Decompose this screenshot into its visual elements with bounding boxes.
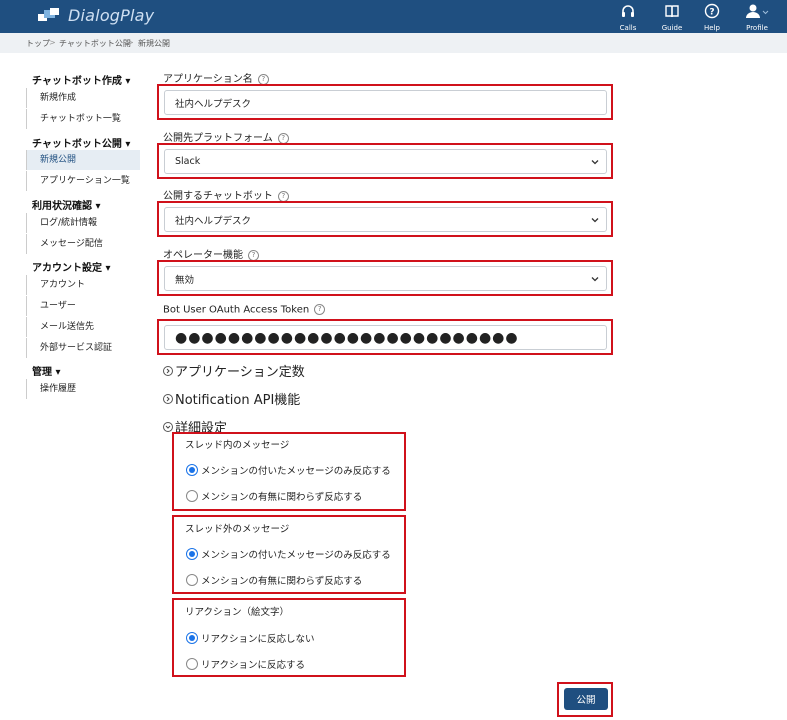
chevron-down-icon [591,159,599,164]
sidebar-item-mail-recipients[interactable]: メール送信先 [26,317,140,337]
nav-profile-label: Profile [746,24,768,32]
sidebar-group-admin[interactable]: 管理 ▾ [32,363,61,378]
radio-selected[interactable] [186,548,198,560]
operator-label: オペレーター機能? [163,246,259,261]
nav-guide-label: Guide [661,24,683,32]
breadcrumb: トップ > チャットボット公開 > 新規公開 [0,33,787,53]
app-name-input[interactable]: 社内ヘルプデスク [164,90,607,115]
app-logo[interactable]: DialogPlay [38,6,154,25]
breadcrumb-publish[interactable]: チャットボット公開 [59,38,131,49]
radio-selected[interactable] [186,464,198,476]
radio-selected[interactable] [186,632,198,644]
app-name: DialogPlay [68,6,155,25]
nav-calls-label: Calls [619,24,637,32]
token-label: Bot User OAuth Access Token? [163,304,326,316]
breadcrumb-separator: > [127,38,134,47]
radio-unselected[interactable] [186,658,198,670]
out-thread-option-mention-only[interactable]: メンションの付いたメッセージのみ反応する [186,547,391,561]
help-icon[interactable]: ? [257,73,269,85]
help-icon[interactable]: ? [277,190,289,202]
breadcrumb-top[interactable]: トップ [26,38,50,49]
chatbot-select[interactable]: 社内ヘルプデスク [164,207,607,232]
platform-select[interactable]: Slack [164,149,607,174]
breadcrumb-current: 新規公開 [138,39,170,48]
nav-help-label: Help [704,24,720,32]
sidebar-item-message-delivery[interactable]: メッセージ配信 [26,234,140,254]
section-notification-api[interactable]: Notification API機能 [163,389,300,408]
chevron-down-icon [591,276,599,281]
sidebar-item-application-list[interactable]: アプリケーション一覧 [26,171,140,191]
reaction-option-ignore[interactable]: リアクションに反応しない [186,631,315,645]
app-name-label: アプリケーション名? [163,70,269,85]
user-icon [746,4,769,18]
nav-guide[interactable]: Guide [652,3,692,32]
breadcrumb-separator: > [49,38,56,47]
chatbot-label: 公開するチャットボット? [163,187,289,202]
nav-calls[interactable]: Calls [608,3,648,32]
sidebar-group-create[interactable]: チャットボット作成 ▾ [32,72,130,87]
sidebar-item-operation-history[interactable]: 操作履歴 [26,379,140,399]
section-app-constants[interactable]: アプリケーション定数 [163,361,305,380]
chevron-down-icon [163,421,173,432]
reaction-title: リアクション（絵文字） [185,607,290,618]
chevron-right-icon [163,393,173,404]
sidebar-item-new-publish[interactable]: 新規公開 [26,150,140,170]
chevron-right-icon [163,365,173,376]
publish-button[interactable]: 公開 [564,688,608,710]
help-icon[interactable]: ? [277,132,289,144]
sidebar-item-users[interactable]: ユーザー [26,296,140,316]
platform-label: 公開先プラットフォーム? [163,129,289,144]
in-thread-title: スレッド内のメッセージ [185,440,290,451]
reaction-option-respond[interactable]: リアクションに反応する [186,657,305,671]
headset-icon [622,5,634,17]
out-thread-option-any[interactable]: メンションの有無に関わらず反応する [186,573,362,587]
radio-unselected[interactable] [186,490,198,502]
in-thread-option-mention-only[interactable]: メンションの付いたメッセージのみ反応する [186,463,391,477]
sidebar-group-usage[interactable]: 利用状況確認 ▾ [32,197,101,212]
token-input[interactable]: ●●●●●●●●●●●●●●●●●●●●●●●●●● [164,325,607,350]
sidebar-item-chatbot-list[interactable]: チャットボット一覧 [26,109,140,129]
chat-bubbles-icon [38,7,59,21]
sidebar-item-account[interactable]: アカウント [26,275,140,295]
sidebar-group-publish[interactable]: チャットボット公開 ▾ [32,135,130,150]
help-icon[interactable]: ? [314,304,326,315]
help-icon: ? [704,3,720,19]
help-icon[interactable]: ? [248,249,259,261]
radio-unselected[interactable] [186,574,198,586]
sidebar-item-external-auth[interactable]: 外部サービス認証 [26,338,140,358]
chevron-down-icon [591,217,599,222]
top-navigation-bar: DialogPlay Calls Guide ? Help Profile [0,0,787,33]
svg-text:?: ? [709,8,714,18]
in-thread-option-any[interactable]: メンションの有無に関わらず反応する [186,489,362,503]
out-thread-title: スレッド外のメッセージ [185,524,290,535]
sidebar-group-account[interactable]: アカウント設定 ▾ [32,259,111,274]
sidebar-item-logs[interactable]: ログ/統計情報 [26,213,140,233]
operator-select[interactable]: 無効 [164,266,607,291]
nav-help[interactable]: ? Help [692,3,732,32]
sidebar-item-new-create[interactable]: 新規作成 [26,88,140,108]
book-icon [665,5,679,18]
nav-profile[interactable]: Profile [737,3,777,32]
